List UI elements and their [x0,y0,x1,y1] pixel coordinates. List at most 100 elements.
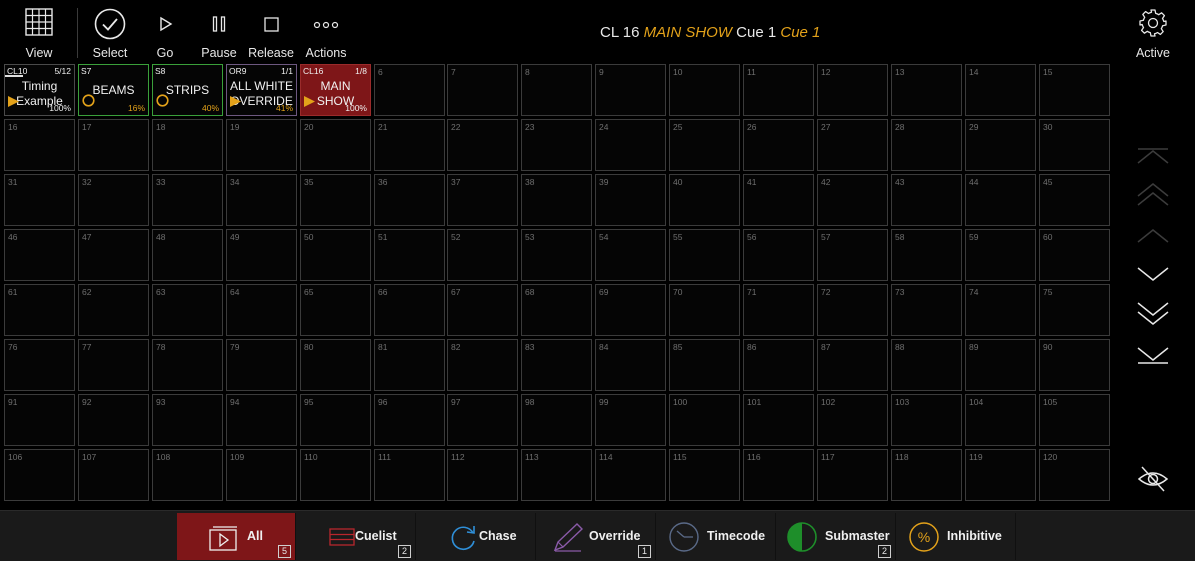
empty-playback-cell[interactable]: 77 [78,339,149,391]
empty-playback-cell[interactable]: 40 [669,174,740,226]
empty-playback-cell[interactable]: 81 [374,339,445,391]
empty-playback-cell[interactable]: 91 [4,394,75,446]
empty-playback-cell[interactable]: 31 [4,174,75,226]
release-button[interactable]: Release [240,6,302,62]
empty-playback-cell[interactable]: 54 [595,229,666,281]
empty-playback-cell[interactable]: 78 [152,339,223,391]
empty-playback-cell[interactable]: 66 [374,284,445,336]
empty-playback-cell[interactable]: 62 [78,284,149,336]
empty-playback-cell[interactable]: 28 [891,119,962,171]
empty-playback-cell[interactable]: 39 [595,174,666,226]
empty-playback-cell[interactable]: 21 [374,119,445,171]
playback-cell[interactable]: CL16 1/8 MAIN SHOW 100% [300,64,371,116]
tab-inhibitive[interactable]: % Inhibitive [897,513,1016,560]
empty-playback-cell[interactable]: 9 [595,64,666,116]
select-button[interactable]: Select [79,6,141,62]
tab-submaster[interactable]: Submaster 2 [777,513,896,560]
empty-playback-cell[interactable]: 29 [965,119,1036,171]
tab-timecode[interactable]: Timecode [657,513,776,560]
empty-playback-cell[interactable]: 98 [521,394,592,446]
empty-playback-cell[interactable]: 75 [1039,284,1110,336]
empty-playback-cell[interactable]: 26 [743,119,814,171]
empty-playback-cell[interactable]: 24 [595,119,666,171]
empty-playback-cell[interactable]: 100 [669,394,740,446]
empty-playback-cell[interactable]: 16 [4,119,75,171]
empty-playback-cell[interactable]: 102 [817,394,888,446]
empty-playback-cell[interactable]: 46 [4,229,75,281]
empty-playback-cell[interactable]: 37 [447,174,518,226]
empty-playback-cell[interactable]: 74 [965,284,1036,336]
empty-playback-cell[interactable]: 118 [891,449,962,501]
empty-playback-cell[interactable]: 43 [891,174,962,226]
empty-playback-cell[interactable]: 73 [891,284,962,336]
empty-playback-cell[interactable]: 30 [1039,119,1110,171]
empty-playback-cell[interactable]: 17 [78,119,149,171]
actions-button[interactable]: Actions [295,6,357,62]
empty-playback-cell[interactable]: 93 [152,394,223,446]
scroll-down-button[interactable] [1134,260,1172,290]
empty-playback-cell[interactable]: 50 [300,229,371,281]
empty-playback-cell[interactable]: 120 [1039,449,1110,501]
go-button[interactable]: Go [134,6,196,62]
empty-playback-cell[interactable]: 45 [1039,174,1110,226]
playback-cell[interactable]: OR9 1/1 ALL WHITE OVERRIDE 41% [226,64,297,116]
tab-override[interactable]: Override 1 [537,513,656,560]
empty-playback-cell[interactable]: 65 [300,284,371,336]
empty-playback-cell[interactable]: 113 [521,449,592,501]
empty-playback-cell[interactable]: 63 [152,284,223,336]
empty-playback-cell[interactable]: 111 [374,449,445,501]
empty-playback-cell[interactable]: 88 [891,339,962,391]
empty-playback-cell[interactable]: 13 [891,64,962,116]
empty-playback-cell[interactable]: 64 [226,284,297,336]
playback-cell[interactable]: S8 STRIPS 40% [152,64,223,116]
empty-playback-cell[interactable]: 70 [669,284,740,336]
empty-playback-cell[interactable]: 108 [152,449,223,501]
empty-playback-cell[interactable]: 51 [374,229,445,281]
empty-playback-cell[interactable]: 76 [4,339,75,391]
empty-playback-cell[interactable]: 33 [152,174,223,226]
empty-playback-cell[interactable]: 97 [447,394,518,446]
empty-playback-cell[interactable]: 101 [743,394,814,446]
empty-playback-cell[interactable]: 94 [226,394,297,446]
empty-playback-cell[interactable]: 86 [743,339,814,391]
empty-playback-cell[interactable]: 119 [965,449,1036,501]
page-up-button[interactable] [1134,180,1172,210]
empty-playback-cell[interactable]: 84 [595,339,666,391]
empty-playback-cell[interactable]: 18 [152,119,223,171]
empty-playback-cell[interactable]: 49 [226,229,297,281]
playback-cell[interactable]: S7 BEAMS 16% [78,64,149,116]
empty-playback-cell[interactable]: 117 [817,449,888,501]
empty-playback-cell[interactable]: 36 [374,174,445,226]
empty-playback-cell[interactable]: 67 [447,284,518,336]
empty-playback-cell[interactable]: 55 [669,229,740,281]
empty-playback-cell[interactable]: 47 [78,229,149,281]
tab-cuelist[interactable]: Cuelist 2 [297,513,416,560]
settings-button[interactable]: Active [1130,6,1176,62]
scroll-bottom-button[interactable] [1134,340,1172,370]
empty-playback-cell[interactable]: 12 [817,64,888,116]
empty-playback-cell[interactable]: 61 [4,284,75,336]
empty-playback-cell[interactable]: 48 [152,229,223,281]
empty-playback-cell[interactable]: 103 [891,394,962,446]
empty-playback-cell[interactable]: 85 [669,339,740,391]
empty-playback-cell[interactable]: 60 [1039,229,1110,281]
empty-playback-cell[interactable]: 41 [743,174,814,226]
empty-playback-cell[interactable]: 56 [743,229,814,281]
empty-playback-cell[interactable]: 116 [743,449,814,501]
empty-playback-cell[interactable]: 87 [817,339,888,391]
playback-cell[interactable]: CL10 5/12 Timing Example 100% [4,64,75,116]
page-down-button[interactable] [1134,298,1172,328]
empty-playback-cell[interactable]: 109 [226,449,297,501]
empty-playback-cell[interactable]: 57 [817,229,888,281]
empty-playback-cell[interactable]: 52 [447,229,518,281]
empty-playback-cell[interactable]: 20 [300,119,371,171]
hide-toggle-button[interactable] [1134,462,1172,496]
empty-playback-cell[interactable]: 107 [78,449,149,501]
empty-playback-cell[interactable]: 23 [521,119,592,171]
empty-playback-cell[interactable]: 82 [447,339,518,391]
empty-playback-cell[interactable]: 79 [226,339,297,391]
empty-playback-cell[interactable]: 44 [965,174,1036,226]
empty-playback-cell[interactable]: 14 [965,64,1036,116]
tab-chase[interactable]: Chase [417,513,536,560]
empty-playback-cell[interactable]: 112 [447,449,518,501]
